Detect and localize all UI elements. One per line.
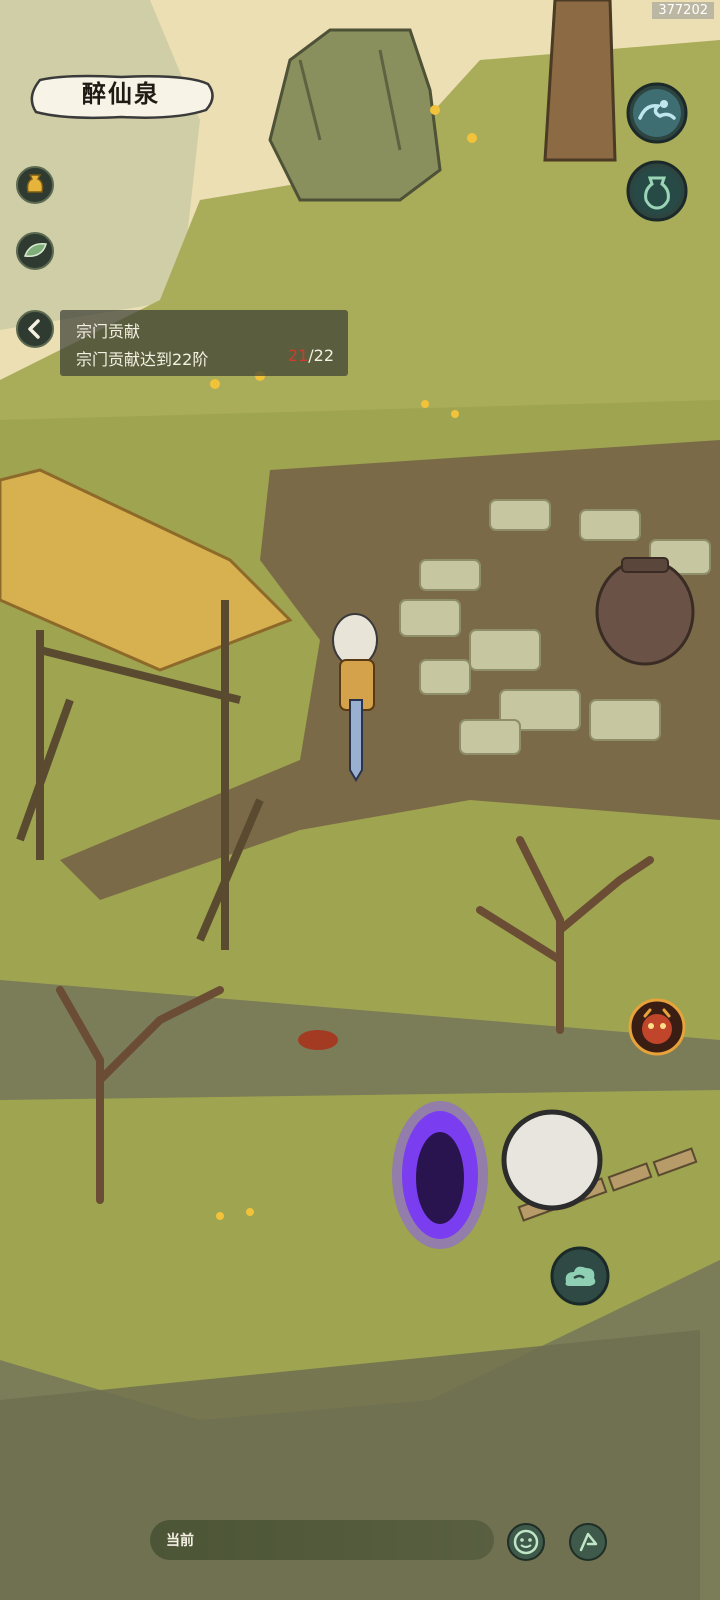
smile-icon xyxy=(507,1523,545,1561)
location-name: 醉仙泉 xyxy=(82,79,160,108)
quest-progress-current: 21 xyxy=(287,346,309,365)
jar-button[interactable] xyxy=(626,160,688,222)
quest-collapse-button[interactable] xyxy=(16,310,54,348)
game-scene xyxy=(0,0,720,1600)
emote-button[interactable] xyxy=(506,1522,546,1562)
chevron-left-icon xyxy=(28,319,40,339)
gold-pouch-icon xyxy=(16,166,54,204)
demon-face-icon xyxy=(628,998,686,1056)
quest-tracker-panel[interactable]: 宗门贡献 宗门贡献达到22阶 21/22 xyxy=(60,310,348,376)
cloud-icon xyxy=(550,1246,610,1306)
jar-icon xyxy=(626,160,688,222)
quest-description: 宗门贡献达到22阶 xyxy=(76,350,209,369)
water-wave-icon xyxy=(626,82,688,144)
location-name-plate: 醉仙泉 xyxy=(26,74,216,120)
quest-title: 宗门贡献 xyxy=(76,322,141,341)
quest-progress-total: 22 xyxy=(313,346,334,365)
flag-icon xyxy=(569,1523,607,1561)
uid-watermark: 377202 xyxy=(652,2,714,19)
chat-channel-label: 当前 xyxy=(166,1533,194,1549)
gold-pouch-button[interactable] xyxy=(16,166,54,204)
leaf-icon xyxy=(16,232,54,270)
water-skill-button[interactable] xyxy=(626,82,688,144)
leaf-button[interactable] xyxy=(16,232,54,270)
flag-button[interactable] xyxy=(568,1522,608,1562)
chat-bar[interactable]: 当前 xyxy=(150,1520,494,1560)
demon-skill-button[interactable] xyxy=(628,998,686,1056)
virtual-joystick[interactable] xyxy=(500,1108,604,1212)
joystick-ring-icon xyxy=(501,1109,603,1211)
cloud-skill-button[interactable] xyxy=(550,1246,610,1306)
quest-progress: 21/22 xyxy=(288,346,334,365)
